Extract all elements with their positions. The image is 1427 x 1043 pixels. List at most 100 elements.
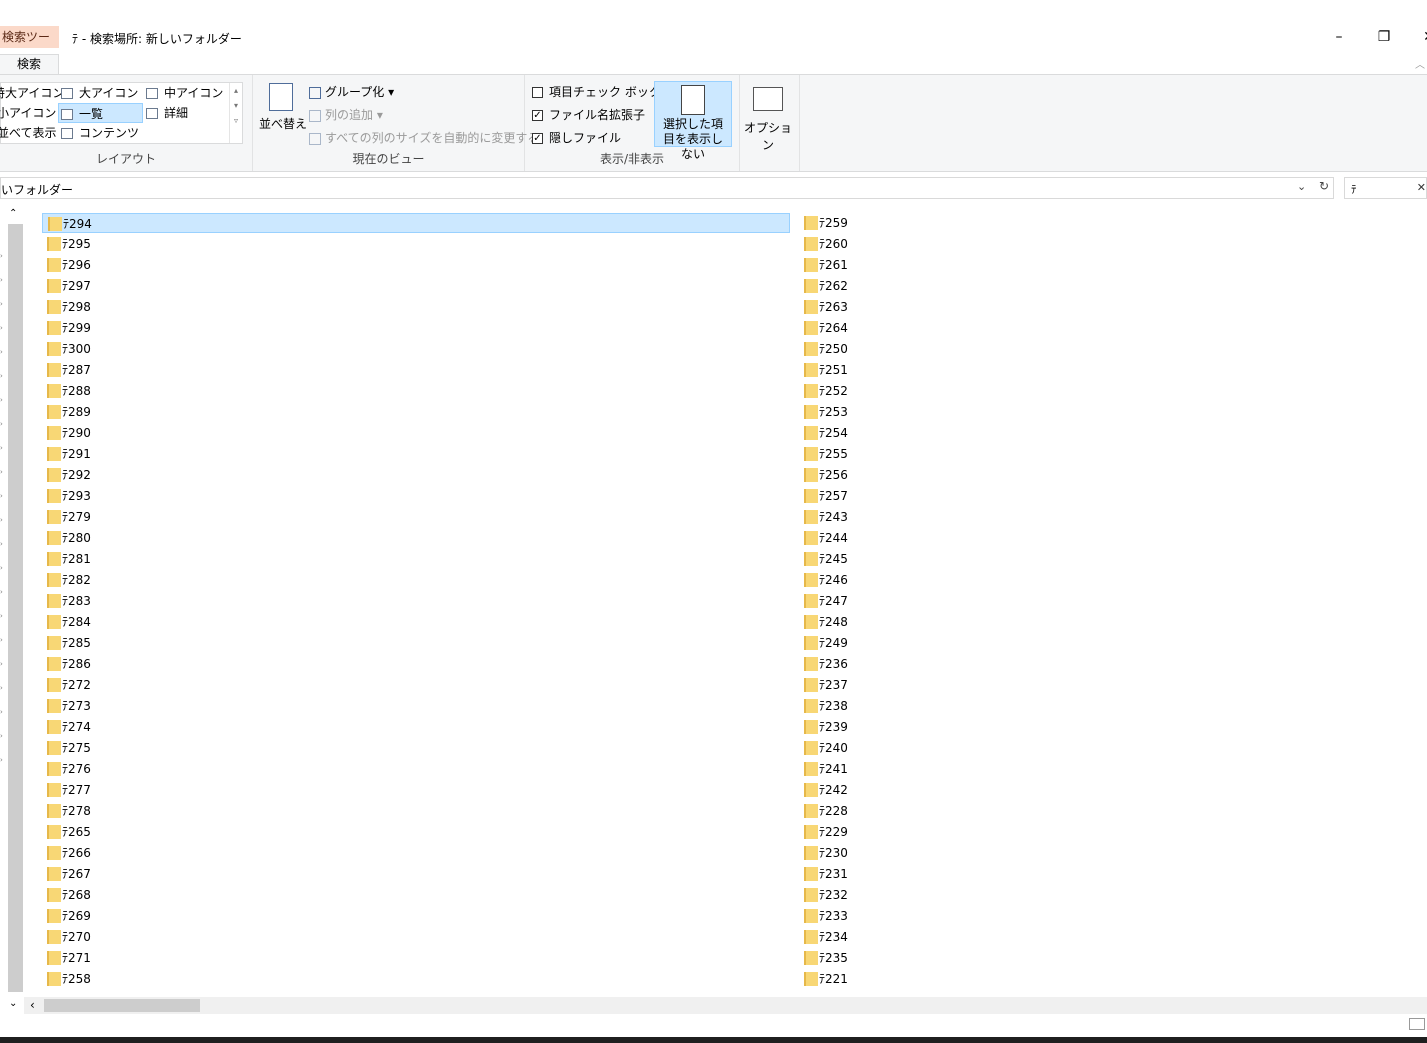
folder-item[interactable]: ﾃ247	[799, 591, 949, 611]
folder-item[interactable]: ﾃ272	[42, 675, 790, 695]
nav-expand-icon[interactable]: ›	[0, 660, 6, 668]
hide-selected-items-button[interactable]: 選択した項目を表示しない	[654, 81, 732, 161]
folder-item[interactable]: ﾃ244	[799, 528, 949, 548]
folder-item[interactable]: ﾃ294	[42, 213, 790, 233]
folder-item[interactable]: ﾃ243	[799, 507, 949, 527]
folder-item[interactable]: ﾃ255	[799, 444, 949, 464]
folder-item[interactable]: ﾃ238	[799, 696, 949, 716]
clear-search-icon[interactable]: ✕	[1417, 181, 1426, 194]
details-view-toggle-icon[interactable]	[1409, 1018, 1425, 1030]
gallery-scroll[interactable]: ▴ ▾ ▿	[229, 83, 242, 143]
gallery-expand-icon[interactable]: ▿	[230, 116, 242, 125]
gallery-up-icon[interactable]: ▴	[230, 86, 242, 95]
folder-item[interactable]: ﾃ285	[42, 633, 790, 653]
nav-expand-icon[interactable]: ›	[0, 684, 6, 692]
folder-item[interactable]: ﾃ282	[42, 570, 790, 590]
tab-search[interactable]: 検索	[0, 54, 59, 74]
folder-item[interactable]: ﾃ284	[42, 612, 790, 632]
group-by-button[interactable]: グループ化 ▾	[309, 83, 394, 100]
layout-details[interactable]: 詳細	[146, 103, 188, 123]
folder-item[interactable]: ﾃ277	[42, 780, 790, 800]
horizontal-scroll-thumb[interactable]	[44, 999, 200, 1012]
folder-item[interactable]: ﾃ257	[799, 486, 949, 506]
layout-extra-large-icons[interactable]: 特大アイコン	[0, 83, 64, 103]
file-extensions-checkbox[interactable]: ✓	[532, 110, 543, 121]
folder-item[interactable]: ﾃ279	[42, 507, 790, 527]
nav-expand-icon[interactable]: ›	[0, 492, 6, 500]
folder-item[interactable]: ﾃ278	[42, 801, 790, 821]
sort-button[interactable]: 並べ替え	[259, 83, 307, 132]
folder-item[interactable]: ﾃ229	[799, 822, 949, 842]
hidden-items-checkbox[interactable]: ✓	[532, 133, 543, 144]
folder-item[interactable]: ﾃ297	[42, 276, 790, 296]
folder-item[interactable]: ﾃ232	[799, 885, 949, 905]
horizontal-scrollbar[interactable]: ‹	[24, 997, 1427, 1014]
folder-item[interactable]: ﾃ262	[799, 276, 949, 296]
nav-expand-icon[interactable]: ›	[0, 348, 6, 356]
nav-expand-icon[interactable]: ›	[0, 588, 6, 596]
folder-item[interactable]: ﾃ281	[42, 549, 790, 569]
folder-item[interactable]: ﾃ271	[42, 948, 790, 968]
folder-item[interactable]: ﾃ246	[799, 570, 949, 590]
search-input[interactable]: ﾃ ✕	[1344, 177, 1427, 199]
folder-item[interactable]: ﾃ230	[799, 843, 949, 863]
folder-item[interactable]: ﾃ234	[799, 927, 949, 947]
size-columns-button[interactable]: すべての列のサイズを自動的に変更する	[309, 129, 539, 146]
folder-item[interactable]: ﾃ237	[799, 675, 949, 695]
folder-item[interactable]: ﾃ259	[799, 213, 949, 233]
refresh-icon[interactable]: ↻	[1315, 179, 1333, 193]
address-path[interactable]: いフォルダー	[1, 181, 73, 198]
folder-item[interactable]: ﾃ295	[42, 234, 790, 254]
folder-item[interactable]: ﾃ293	[42, 486, 790, 506]
folder-item[interactable]: ﾃ264	[799, 318, 949, 338]
options-button[interactable]: オプション	[744, 81, 792, 152]
maximize-button[interactable]: ❐	[1361, 22, 1407, 52]
add-column-button[interactable]: 列の追加 ▾	[309, 106, 383, 123]
nav-expand-icon[interactable]: ›	[0, 612, 6, 620]
nav-expand-icon[interactable]: ›	[0, 540, 6, 548]
gallery-down-icon[interactable]: ▾	[230, 101, 242, 110]
folder-item[interactable]: ﾃ231	[799, 864, 949, 884]
folder-item[interactable]: ﾃ266	[42, 843, 790, 863]
folder-item[interactable]: ﾃ280	[42, 528, 790, 548]
layout-content[interactable]: コンテンツ	[61, 123, 139, 143]
nav-expand-icon[interactable]: ›	[0, 324, 6, 332]
folder-item[interactable]: ﾃ252	[799, 381, 949, 401]
nav-expand-icon[interactable]: ›	[0, 636, 6, 644]
close-button[interactable]: ✕	[1406, 22, 1427, 52]
folder-item[interactable]: ﾃ256	[799, 465, 949, 485]
folder-item[interactable]: ﾃ254	[799, 423, 949, 443]
layout-tiles[interactable]: 並べて表示	[0, 123, 57, 143]
nav-scrollbar-thumb[interactable]	[8, 224, 23, 992]
folder-item[interactable]: ﾃ249	[799, 633, 949, 653]
nav-expand-icon[interactable]: ›	[0, 252, 6, 260]
folder-item[interactable]: ﾃ251	[799, 360, 949, 380]
folder-item[interactable]: ﾃ287	[42, 360, 790, 380]
folder-item[interactable]: ﾃ296	[42, 255, 790, 275]
nav-expand-icon[interactable]: ›	[0, 444, 6, 452]
nav-expand-icon[interactable]: ›	[0, 276, 6, 284]
folder-item[interactable]: ﾃ300	[42, 339, 790, 359]
nav-expand-icon[interactable]: ›	[0, 468, 6, 476]
folder-item[interactable]: ﾃ236	[799, 654, 949, 674]
collapse-ribbon-icon[interactable]: ︿	[1415, 56, 1425, 71]
folder-item[interactable]: ﾃ268	[42, 885, 790, 905]
item-checkboxes-toggle[interactable]: 項目チェック ボックス	[532, 83, 672, 100]
folder-item[interactable]: ﾃ273	[42, 696, 790, 716]
folder-item[interactable]: ﾃ263	[799, 297, 949, 317]
folder-item[interactable]: ﾃ235	[799, 948, 949, 968]
folder-item[interactable]: ﾃ260	[799, 234, 949, 254]
folder-item[interactable]: ﾃ248	[799, 612, 949, 632]
folder-item[interactable]: ﾃ286	[42, 654, 790, 674]
nav-scroll-up-icon[interactable]: ⌃	[9, 208, 17, 219]
folder-item[interactable]: ﾃ298	[42, 297, 790, 317]
folder-item[interactable]: ﾃ267	[42, 864, 790, 884]
folder-item[interactable]: ﾃ239	[799, 717, 949, 737]
folder-item[interactable]: ﾃ250	[799, 339, 949, 359]
folder-item[interactable]: ﾃ258	[42, 969, 790, 989]
folder-item[interactable]: ﾃ265	[42, 822, 790, 842]
hidden-items-toggle[interactable]: ✓ 隠しファイル	[532, 129, 621, 146]
folder-item[interactable]: ﾃ228	[799, 801, 949, 821]
folder-item[interactable]: ﾃ245	[799, 549, 949, 569]
nav-expand-icon[interactable]: ›	[0, 708, 6, 716]
